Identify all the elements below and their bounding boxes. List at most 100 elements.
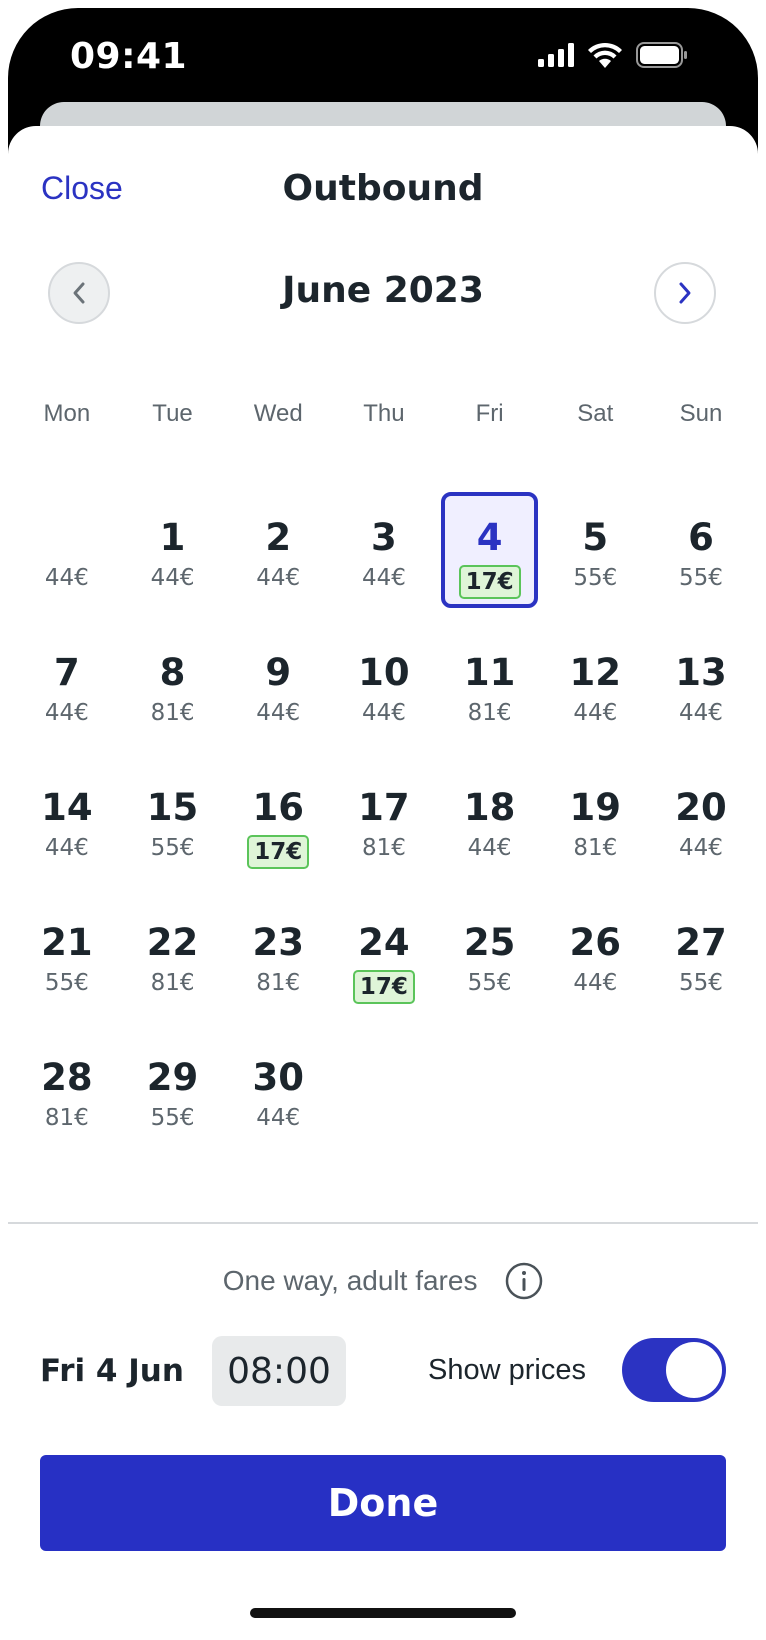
lowest-price-value: 17€ xyxy=(247,835,310,869)
status-time: 09:41 xyxy=(70,36,188,77)
fare-info-text: One way, adult fares xyxy=(222,1265,478,1296)
calendar-day[interactable]: 6 55€ xyxy=(648,490,754,625)
lowest-price-value: 17€ xyxy=(352,970,415,1004)
day-number: 27 xyxy=(675,921,727,964)
day-number: 10 xyxy=(358,651,410,694)
divider xyxy=(8,1222,758,1224)
day-number: 21 xyxy=(41,921,93,964)
day-price: 44€ xyxy=(361,700,406,726)
calendar-grid: 44€ 1 44€ 2 44€ 3 44€ 4 17€ 5 55€ 6 55€ 7 44€ 8 81€ 9 44€ 1… xyxy=(14,490,754,1165)
calendar-day[interactable]: 19 81€ xyxy=(542,760,648,895)
chevron-right-icon xyxy=(679,282,691,304)
time-picker[interactable]: 08:00 xyxy=(212,1336,346,1406)
calendar-day[interactable]: 7 44€ xyxy=(14,625,120,760)
day-number: 17 xyxy=(358,786,410,829)
day-price: 44€ xyxy=(573,970,618,996)
day-number: 29 xyxy=(146,1056,199,1099)
calendar-day[interactable]: 28 81€ xyxy=(14,1030,120,1165)
day-price: 44€ xyxy=(44,565,89,591)
calendar-day[interactable]: 10 44€ xyxy=(331,625,437,760)
info-icon[interactable] xyxy=(505,1262,543,1300)
day-number: 22 xyxy=(146,921,199,964)
day-number: 28 xyxy=(41,1056,93,1099)
day-price: 81€ xyxy=(150,970,195,996)
day-price: 55€ xyxy=(467,970,512,996)
fare-info: One way, adult fares xyxy=(0,1262,766,1300)
day-number: 18 xyxy=(463,786,516,829)
day-price: 81€ xyxy=(573,835,618,861)
lowest-price-badge: 17€ xyxy=(437,565,543,599)
status-icons xyxy=(538,42,688,68)
calendar-day[interactable]: 9 44€ xyxy=(225,625,331,760)
day-number: 2 xyxy=(265,516,292,559)
done-button[interactable]: Done xyxy=(40,1455,726,1551)
calendar-day[interactable]: 20 44€ xyxy=(648,760,754,895)
day-number: 3 xyxy=(371,516,397,559)
day-price: 81€ xyxy=(361,835,406,861)
day-price: 55€ xyxy=(573,565,618,591)
day-number: 7 xyxy=(53,651,80,694)
day-number: 23 xyxy=(252,921,304,964)
day-number: 9 xyxy=(265,651,292,694)
calendar-day[interactable]: 2 44€ xyxy=(225,490,331,625)
day-price: 44€ xyxy=(44,700,89,726)
calendar-day[interactable]: 16 17€ xyxy=(225,760,331,895)
day-number: 11 xyxy=(463,651,516,694)
calendar-day[interactable]: 44€ xyxy=(14,490,120,625)
lowest-price-badge: 17€ xyxy=(331,970,437,1004)
calendar-day[interactable]: 11 81€ xyxy=(437,625,543,760)
day-number: 15 xyxy=(146,786,199,829)
calendar-week: 7 44€ 8 81€ 9 44€ 10 44€ 11 81€ 12 44€ 13 44€ xyxy=(14,625,754,760)
day-price: 55€ xyxy=(150,1105,195,1131)
day-price: 81€ xyxy=(150,700,195,726)
calendar-week: 21 55€ 22 81€ 23 81€ 24 17€ 25 55€ 26 44€ 27 55€ xyxy=(14,895,754,1030)
calendar-day[interactable]: 13 44€ xyxy=(648,625,754,760)
day-number: 30 xyxy=(252,1056,304,1099)
day-price: 44€ xyxy=(150,565,195,591)
sheet-title: Outbound xyxy=(282,168,484,209)
calendar-day[interactable]: 17 81€ xyxy=(331,760,437,895)
calendar-day[interactable]: 5 55€ xyxy=(542,490,648,625)
calendar-day[interactable]: 8 81€ xyxy=(120,625,226,760)
calendar-day[interactable]: 3 44€ xyxy=(331,490,437,625)
calendar-week: 44€ 1 44€ 2 44€ 3 44€ 4 17€ 5 55€ 6 55€ xyxy=(14,490,754,625)
calendar-day[interactable]: 22 81€ xyxy=(120,895,226,1030)
day-number: 12 xyxy=(569,651,622,694)
weekday-label: Tue xyxy=(152,400,193,427)
day-price: 44€ xyxy=(256,700,301,726)
calendar-day[interactable]: 24 17€ xyxy=(331,895,437,1030)
calendar-day[interactable]: 26 44€ xyxy=(542,895,648,1030)
calendar-day[interactable]: 12 44€ xyxy=(542,625,648,760)
status-bar: 09:41 xyxy=(0,0,766,110)
calendar-day[interactable]: 18 44€ xyxy=(437,760,543,895)
selected-date-label: Fri 4 Jun xyxy=(40,1353,184,1389)
calendar-day[interactable]: 29 55€ xyxy=(120,1030,226,1165)
day-number: 26 xyxy=(569,921,622,964)
next-month-button[interactable] xyxy=(654,262,716,324)
toggle-knob xyxy=(666,1342,722,1398)
calendar-day[interactable]: 1 44€ xyxy=(120,490,226,625)
calendar-day[interactable]: 25 55€ xyxy=(437,895,543,1030)
day-number: 14 xyxy=(41,786,93,829)
calendar-day[interactable]: 30 44€ xyxy=(225,1030,331,1165)
show-prices-toggle[interactable] xyxy=(622,1338,726,1402)
day-price: 55€ xyxy=(150,835,195,861)
weekday-label: Sun xyxy=(679,400,723,427)
day-price: 44€ xyxy=(44,835,89,861)
calendar-day[interactable]: 23 81€ xyxy=(225,895,331,1030)
calendar-day-selected[interactable]: 4 17€ xyxy=(437,490,543,625)
day-price: 81€ xyxy=(44,1105,89,1131)
weekday-label: Fri xyxy=(475,400,504,427)
day-number: 24 xyxy=(358,921,410,964)
day-number: 5 xyxy=(582,516,609,559)
calendar-day[interactable]: 27 55€ xyxy=(648,895,754,1030)
day-price: 44€ xyxy=(256,565,301,591)
day-price: 55€ xyxy=(679,970,723,996)
calendar-day[interactable]: 21 55€ xyxy=(14,895,120,1030)
calendar-day[interactable]: 14 44€ xyxy=(14,760,120,895)
day-number: 6 xyxy=(688,516,714,559)
calendar-week: 28 81€ 29 55€ 30 44€ xyxy=(14,1030,754,1165)
day-number: 4 xyxy=(476,516,503,559)
weekday-label: Mon xyxy=(43,400,91,427)
calendar-day[interactable]: 15 55€ xyxy=(120,760,226,895)
